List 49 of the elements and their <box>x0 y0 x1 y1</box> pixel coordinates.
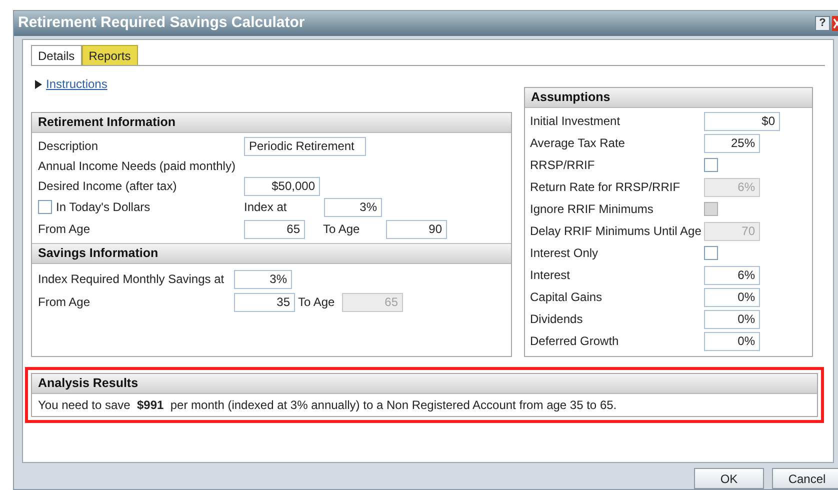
field-label: Return Rate for RRSP/RRIF <box>530 179 682 196</box>
field-label: Description <box>38 138 100 155</box>
input-field[interactable]: 0% <box>704 332 760 350</box>
input-field[interactable]: 3% <box>324 198 382 216</box>
input-field[interactable]: $0 <box>704 112 780 130</box>
checkbox[interactable] <box>704 246 718 260</box>
field-label: Capital Gains <box>530 289 604 306</box>
tab[interactable]: Reports <box>82 45 138 65</box>
input-field[interactable]: 0% <box>704 288 760 306</box>
input-field[interactable]: Periodic Retirement <box>244 136 366 156</box>
field-label: Interest <box>530 267 572 284</box>
field-label: To Age <box>323 221 361 238</box>
result-text: You need to save $991 per month (indexed at 3% annually) to a Non Registered Account from age 35 to 65. <box>38 397 617 414</box>
field-label: Interest Only <box>530 245 600 262</box>
window-title: Retirement Required Savings Calculator <box>18 13 305 34</box>
input-field[interactable]: 6% <box>704 266 760 284</box>
field-label: Index Required Monthly Savings at <box>38 271 226 288</box>
field-label: Initial Investment <box>530 113 622 130</box>
field-label: To Age <box>298 294 336 311</box>
input-field[interactable]: 65 <box>244 220 305 238</box>
field-label: RRSP/RRIF <box>530 157 596 174</box>
instructions-link[interactable]: Instructions <box>46 75 108 93</box>
section-header: Retirement Information <box>32 113 511 133</box>
dialog-button[interactable]: OK <box>694 468 764 489</box>
input-field[interactable]: 3% <box>234 270 292 288</box>
field-label: Desired Income (after tax) <box>38 178 178 195</box>
field-label: Delay RRIF Minimums Until Age <box>530 223 702 240</box>
field-label: From Age <box>38 221 92 238</box>
field-label: From Age <box>38 294 92 311</box>
input-field[interactable]: 25% <box>704 134 760 152</box>
tab[interactable]: Details <box>31 45 82 65</box>
field-label: In Today's Dollars <box>56 199 150 216</box>
section-header: Savings Information <box>32 244 511 264</box>
help-button[interactable]: ? <box>815 16 830 31</box>
input-field[interactable]: $50,000 <box>244 176 320 196</box>
input-field[interactable]: 0% <box>704 310 760 328</box>
field-label: Ignore RRIF Minimums <box>530 201 654 218</box>
input-field[interactable]: 90 <box>386 220 447 238</box>
dialog-button[interactable]: Cancel <box>772 468 838 489</box>
checkbox[interactable] <box>704 158 718 172</box>
checkbox[interactable] <box>38 200 52 214</box>
field-label: Dividends <box>530 311 584 328</box>
section-header: Analysis Results <box>32 374 817 394</box>
section-header: Assumptions <box>525 88 812 108</box>
field-label: Index at <box>244 199 288 216</box>
field-label: Average Tax Rate <box>530 135 626 152</box>
field-label: Deferred Growth <box>530 333 620 350</box>
field-label: Annual Income Needs (paid monthly) <box>38 158 236 175</box>
input-field[interactable]: 35 <box>234 292 295 312</box>
